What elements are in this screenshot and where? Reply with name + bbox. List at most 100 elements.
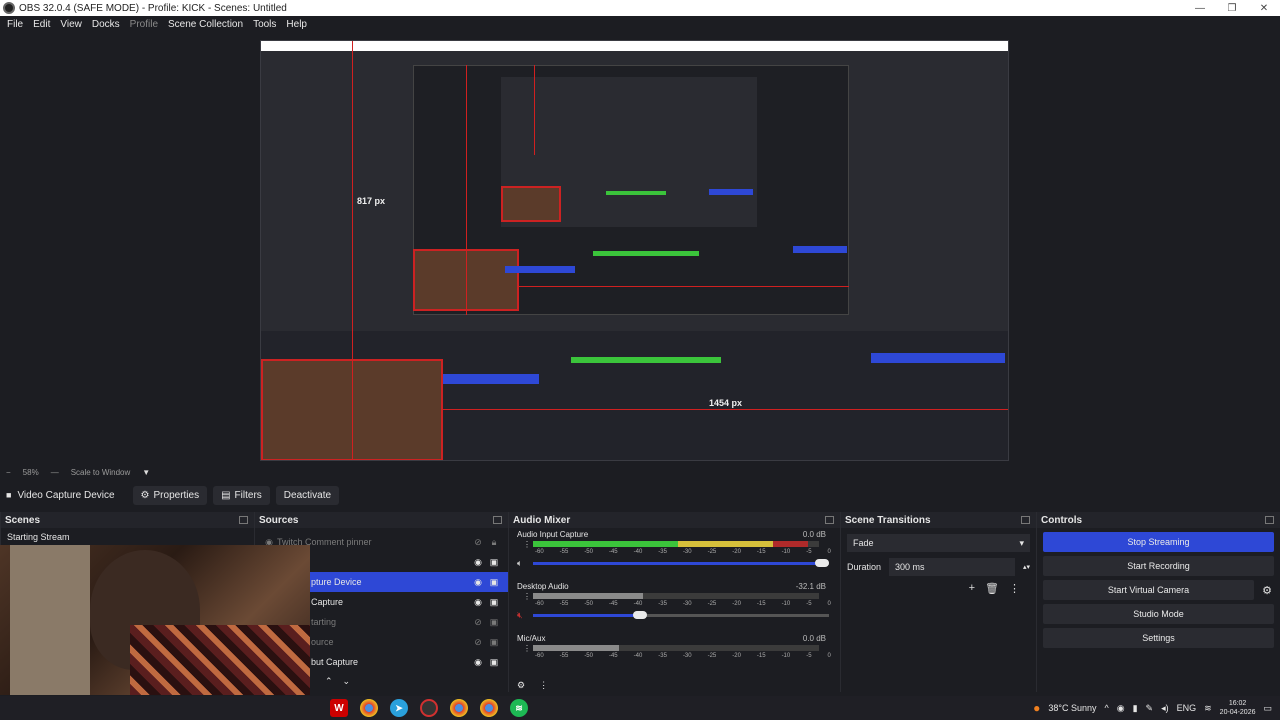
volume-slider[interactable]: [533, 559, 829, 567]
eye-icon[interactable]: ◉: [470, 657, 486, 668]
add-icon[interactable]: +: [969, 582, 975, 595]
nested-webcam-3: [501, 186, 561, 222]
eye-icon[interactable]: ◉: [470, 577, 486, 588]
undock-icon[interactable]: [493, 516, 502, 524]
menu-profile[interactable]: Profile: [125, 19, 163, 30]
maximize-button[interactable]: ❐: [1216, 0, 1248, 16]
eye-icon[interactable]: ◉: [470, 557, 486, 568]
lock-icon[interactable]: ▣: [486, 557, 502, 568]
move-down-icon[interactable]: ⌄: [343, 676, 351, 687]
zoom-out-icon[interactable]: −: [6, 468, 11, 477]
undock-icon[interactable]: [1265, 516, 1274, 524]
spinner-icon[interactable]: ▴▾: [1023, 563, 1030, 571]
settings-button[interactable]: Settings: [1043, 628, 1274, 648]
gear-icon[interactable]: ⚙: [517, 680, 525, 691]
menu-view[interactable]: View: [55, 19, 87, 30]
eye-hidden-icon[interactable]: ⊘: [470, 617, 486, 628]
undock-icon[interactable]: [239, 516, 248, 524]
tick-label: -45: [608, 653, 618, 659]
filters-button[interactable]: ▤ Filters: [213, 485, 270, 505]
chrome-icon[interactable]: [360, 699, 378, 717]
eye-hidden-icon[interactable]: ⊘: [470, 537, 486, 548]
nested-stream-button-1: [871, 353, 1005, 363]
undock-icon[interactable]: [1021, 516, 1030, 524]
chrome-profile-2-icon[interactable]: [480, 699, 498, 717]
close-button[interactable]: ✕: [1248, 0, 1280, 16]
app-icon[interactable]: W: [330, 699, 348, 717]
lock-icon[interactable]: ▣: [486, 617, 502, 628]
tick-label: -20: [732, 653, 741, 659]
lock-icon[interactable]: ▣: [486, 597, 502, 608]
studio-mode-button[interactable]: Studio Mode: [1043, 604, 1274, 624]
clock[interactable]: 16:02 20-04-2026: [1220, 699, 1256, 717]
volume-icon[interactable]: ◂): [1161, 703, 1169, 714]
horizontal-guide: [443, 409, 1008, 410]
menu-docks[interactable]: Docks: [87, 19, 125, 30]
preview-canvas[interactable]: 817 px 1454 px: [260, 40, 1009, 461]
duration-input[interactable]: 300 ms: [889, 558, 1015, 576]
transition-select[interactable]: Fade ▾: [847, 534, 1030, 552]
mic-icon[interactable]: ▮: [1133, 703, 1138, 714]
menu-icon[interactable]: ⋮: [539, 680, 548, 691]
zoom-bar: − 58% — Scale to Window ▼: [0, 464, 1280, 480]
move-up-icon[interactable]: ⌃: [325, 676, 333, 687]
properties-label: Properties: [153, 489, 200, 501]
zoom-value: 58%: [22, 467, 39, 477]
deactivate-label: Deactivate: [283, 489, 332, 501]
tick-label: -25: [707, 601, 717, 607]
wifi-icon[interactable]: ≋: [1204, 703, 1212, 714]
menu-tools[interactable]: Tools: [248, 19, 281, 30]
preview-area[interactable]: 817 px 1454 px: [0, 32, 1280, 464]
speaker-muted-icon[interactable]: 🔇︎: [517, 610, 523, 621]
vertical-guide: [352, 41, 353, 460]
zoom-mode[interactable]: Scale to Window: [71, 468, 131, 477]
weather-text[interactable]: 38°C Sunny: [1048, 703, 1096, 713]
pen-icon[interactable]: ✎: [1146, 703, 1154, 714]
stop-streaming-button[interactable]: Stop Streaming: [1043, 532, 1274, 552]
channel-menu-icon[interactable]: ⋮: [523, 540, 531, 549]
menu-help[interactable]: Help: [281, 19, 312, 30]
properties-button[interactable]: ⚙ Properties: [132, 485, 208, 505]
scene-item[interactable]: Starting Stream: [1, 528, 254, 546]
virtual-camera-gear-icon[interactable]: ⚙: [1262, 584, 1272, 597]
channel-menu-icon[interactable]: ⋮: [523, 644, 531, 653]
chevron-up-icon[interactable]: ^: [1105, 703, 1109, 713]
start-recording-button[interactable]: Start Recording: [1043, 556, 1274, 576]
tick-label: -25: [707, 549, 717, 555]
menu-scene-collection[interactable]: Scene Collection: [163, 19, 248, 30]
undock-icon[interactable]: [825, 516, 834, 524]
notifications-icon[interactable]: ▭: [1263, 703, 1272, 714]
zoom-in-icon[interactable]: —: [51, 468, 59, 477]
lock-icon[interactable]: 🔒︎: [486, 537, 502, 548]
speaker-icon[interactable]: 🔈︎: [517, 558, 522, 569]
spotify-icon[interactable]: ≋: [510, 699, 528, 717]
volume-slider[interactable]: [533, 611, 829, 619]
start-virtual-camera-button[interactable]: Start Virtual Camera: [1043, 580, 1254, 600]
menu-icon[interactable]: ⋮: [1009, 582, 1020, 595]
tick-label: -50: [584, 653, 593, 659]
menu-file[interactable]: File: [2, 19, 28, 30]
tick-label: -20: [732, 549, 741, 555]
eye-icon[interactable]: ◉: [470, 597, 486, 608]
obs-icon[interactable]: [420, 699, 438, 717]
minimize-button[interactable]: —: [1184, 0, 1216, 16]
chrome-profile-icon[interactable]: [450, 699, 468, 717]
telegram-icon[interactable]: ➤: [390, 699, 408, 717]
sources-header: Sources: [255, 512, 508, 528]
menu-edit[interactable]: Edit: [28, 19, 55, 30]
deactivate-button[interactable]: Deactivate: [275, 485, 340, 505]
channel-menu-icon[interactable]: ⋮: [523, 592, 531, 601]
lock-icon[interactable]: ▣: [486, 657, 502, 668]
tick-label: 0: [827, 549, 831, 555]
tick-label: -40: [633, 653, 643, 659]
zoom-dropdown-icon[interactable]: ▼: [142, 468, 150, 477]
language-indicator[interactable]: ENG: [1177, 703, 1197, 713]
lock-icon[interactable]: ▣: [486, 637, 502, 648]
record-icon[interactable]: ◉: [1117, 703, 1125, 714]
webcam-shirt: [130, 625, 310, 695]
scenes-title: Scenes: [5, 514, 41, 526]
trash-icon[interactable]: 🗑︎: [985, 582, 999, 595]
tick-label: -55: [559, 653, 569, 659]
eye-hidden-icon[interactable]: ⊘: [470, 637, 486, 648]
lock-icon[interactable]: ▣: [486, 577, 502, 588]
